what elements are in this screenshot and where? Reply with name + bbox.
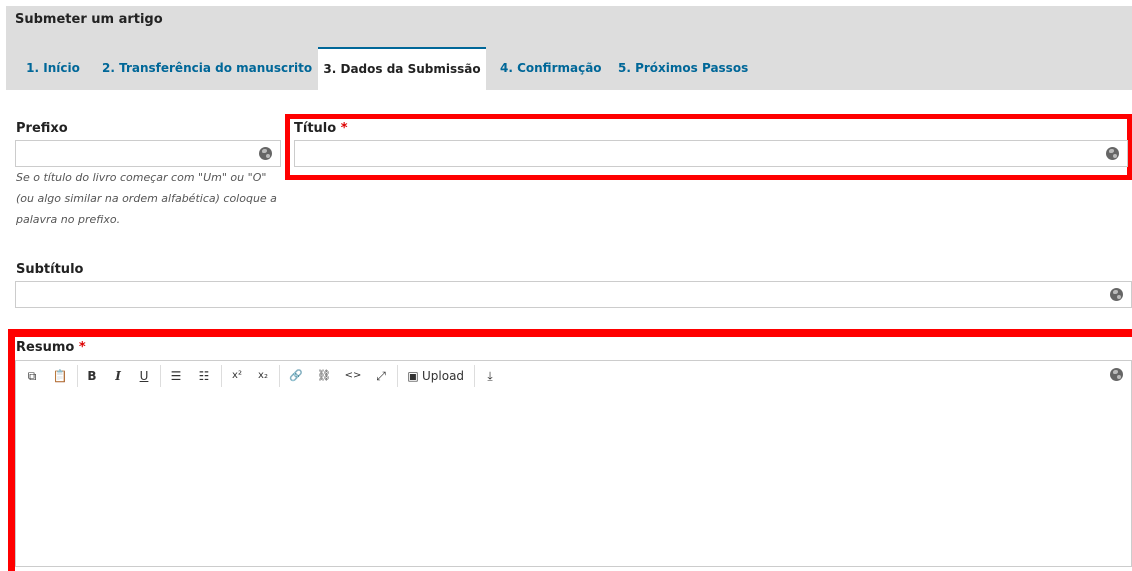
bullet-list-icon[interactable]: ☰ <box>166 365 186 387</box>
title-label: Título * <box>294 121 348 136</box>
bold-icon[interactable]: B <box>82 365 102 387</box>
prefix-label: Prefixo <box>16 121 68 136</box>
tab-transferencia[interactable]: 2. Transferência do manuscrito <box>102 47 312 90</box>
tab-confirmacao[interactable]: 4. Confirmação <box>500 47 602 90</box>
required-mark: * <box>78 340 86 355</box>
subscript-icon[interactable]: x₂ <box>252 365 274 387</box>
image-icon: ▣ <box>407 369 419 383</box>
wizard-tabs: 1. Início 2. Transferência do manuscrito… <box>6 47 1132 90</box>
fullscreen-icon[interactable]: ⤢ <box>370 365 392 387</box>
prefix-input[interactable] <box>16 141 280 166</box>
superscript-icon[interactable]: x² <box>226 365 248 387</box>
prefix-field <box>15 140 281 167</box>
upload-button[interactable]: Upload <box>422 365 468 387</box>
toolbar-divider <box>397 365 398 387</box>
tab-dados-submissao[interactable]: 3. Dados da Submissão <box>318 47 486 90</box>
numbered-list-icon[interactable]: ☷ <box>194 365 214 387</box>
submission-header: Submeter um artigo 1. Início 2. Transfer… <box>6 6 1132 90</box>
toolbar-divider <box>279 365 280 387</box>
subtitle-label: Subtítulo <box>16 262 84 277</box>
insert-content-icon[interactable]: ⤓ <box>480 365 500 387</box>
toolbar-divider <box>160 365 161 387</box>
globe-icon[interactable] <box>1110 368 1123 381</box>
tab-inicio[interactable]: 1. Início <box>22 47 84 90</box>
subtitle-input[interactable] <box>16 282 1131 307</box>
globe-icon[interactable] <box>1106 147 1119 160</box>
link-icon[interactable]: 🔗 <box>286 365 306 387</box>
abstract-editor[interactable] <box>15 389 1132 567</box>
subtitle-field <box>15 281 1132 308</box>
paste-icon[interactable]: 📋 <box>50 365 70 387</box>
toolbar-divider <box>474 365 475 387</box>
globe-icon[interactable] <box>259 147 272 160</box>
underline-icon[interactable]: U <box>134 365 154 387</box>
title-field <box>294 140 1128 167</box>
copy-icon[interactable]: ⧉ <box>22 365 42 387</box>
tab-proximos-passos[interactable]: 5. Próximos Passos <box>618 47 748 90</box>
italic-icon[interactable]: I <box>108 365 128 387</box>
toolbar-divider <box>221 365 222 387</box>
toolbar-divider <box>77 365 78 387</box>
prefix-help-text: Se o título do livro começar com "Um" ou… <box>16 171 277 226</box>
unlink-icon[interactable]: ⛓ <box>314 365 334 387</box>
code-icon[interactable]: <> <box>342 365 364 387</box>
abstract-label: Resumo * <box>16 340 86 355</box>
title-input[interactable] <box>295 141 1127 166</box>
globe-icon[interactable] <box>1110 288 1123 301</box>
page-title: Submeter um artigo <box>15 12 163 27</box>
editor-toolbar: ⧉ 📋 B I U ☰ ☷ x² x₂ 🔗 ⛓ <> ⤢ ▣ Upload ⤓ <box>15 360 1132 390</box>
required-mark: * <box>340 121 348 136</box>
